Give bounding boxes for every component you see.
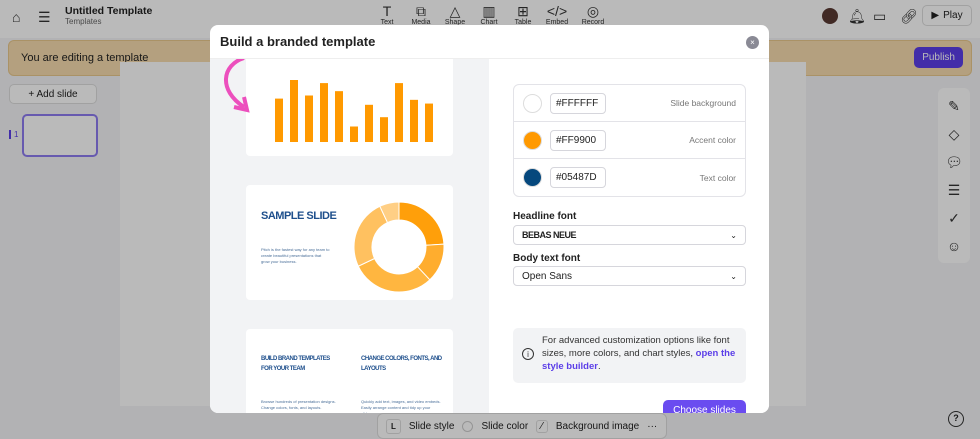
donut-slice	[357, 257, 431, 293]
close-button[interactable]: ×	[746, 36, 759, 49]
col2-text: Quickly add text, images, and video embe…	[361, 399, 441, 413]
color-swatch[interactable]	[523, 130, 542, 150]
bar	[350, 126, 358, 142]
color-swatch[interactable]	[523, 93, 542, 113]
donut-slice	[398, 201, 445, 246]
color-label: Slide background	[670, 98, 736, 108]
sample-slide-title: Sample slide	[261, 210, 337, 222]
slide-previews: Sample slide Pitch is the fastest way fo…	[210, 59, 489, 413]
bar	[305, 95, 313, 142]
bar	[335, 91, 343, 142]
color-swatch[interactable]	[523, 168, 542, 187]
chevron-down-icon: ⌄	[730, 230, 737, 240]
arrow-icon	[224, 59, 250, 113]
bar	[290, 80, 298, 142]
bar-chart-slide-preview	[246, 59, 453, 156]
color-label: Accent color	[689, 135, 736, 145]
body-font-select[interactable]: Open Sans ⌄	[513, 266, 746, 286]
headline-font-select[interactable]: BEBAS NEUE ⌄	[513, 225, 746, 245]
color-label: Text color	[699, 172, 736, 183]
color-row: #FF9900 Accent color	[514, 122, 745, 159]
col2-title: Change colors, fonts, and layouts	[361, 356, 442, 372]
color-row: #05487D Text color	[514, 159, 745, 196]
info-icon: i	[522, 348, 534, 360]
bar	[425, 103, 433, 142]
col1-title: Build brand templates for your team	[261, 356, 330, 372]
bar	[275, 98, 283, 142]
choose-slides-button[interactable]: Choose slides	[663, 400, 746, 413]
bar	[380, 117, 388, 142]
sample-slide-preview: Sample slide Pitch is the fastest way fo…	[246, 185, 453, 300]
headline-font-label: Headline font	[513, 211, 577, 222]
donut-slice	[353, 205, 389, 267]
hex-input[interactable]: #FFFFFF	[550, 92, 606, 114]
bar	[365, 104, 373, 142]
hex-input[interactable]: #FF9900	[550, 129, 606, 151]
modal-title: Build a branded template	[220, 34, 376, 49]
info-box: i For advanced customization options lik…	[513, 328, 746, 383]
donut-chart	[353, 201, 445, 293]
color-row: #FFFFFF Slide background	[514, 85, 745, 122]
bar	[410, 99, 418, 142]
branded-template-modal: Build a branded template × Sample slide …	[210, 25, 769, 413]
brand-settings: #FFFFFF Slide background #FF9900 Accent col…	[490, 59, 769, 413]
bar-chart	[275, 80, 433, 142]
chevron-down-icon: ⌄	[730, 271, 737, 281]
bar	[395, 83, 403, 142]
text-slide-preview: Build brand templates for your team Chan…	[246, 329, 453, 413]
body-font-label: Body text font	[513, 253, 581, 264]
col1-text: Browse hundreds of presentation designs.…	[261, 399, 336, 410]
sample-slide-text: Pitch is the fastest way for any team to…	[261, 247, 330, 264]
color-settings: #FFFFFF Slide background #FF9900 Accent col…	[513, 84, 746, 197]
hex-input[interactable]: #05487D	[550, 167, 606, 188]
bar	[320, 83, 328, 142]
